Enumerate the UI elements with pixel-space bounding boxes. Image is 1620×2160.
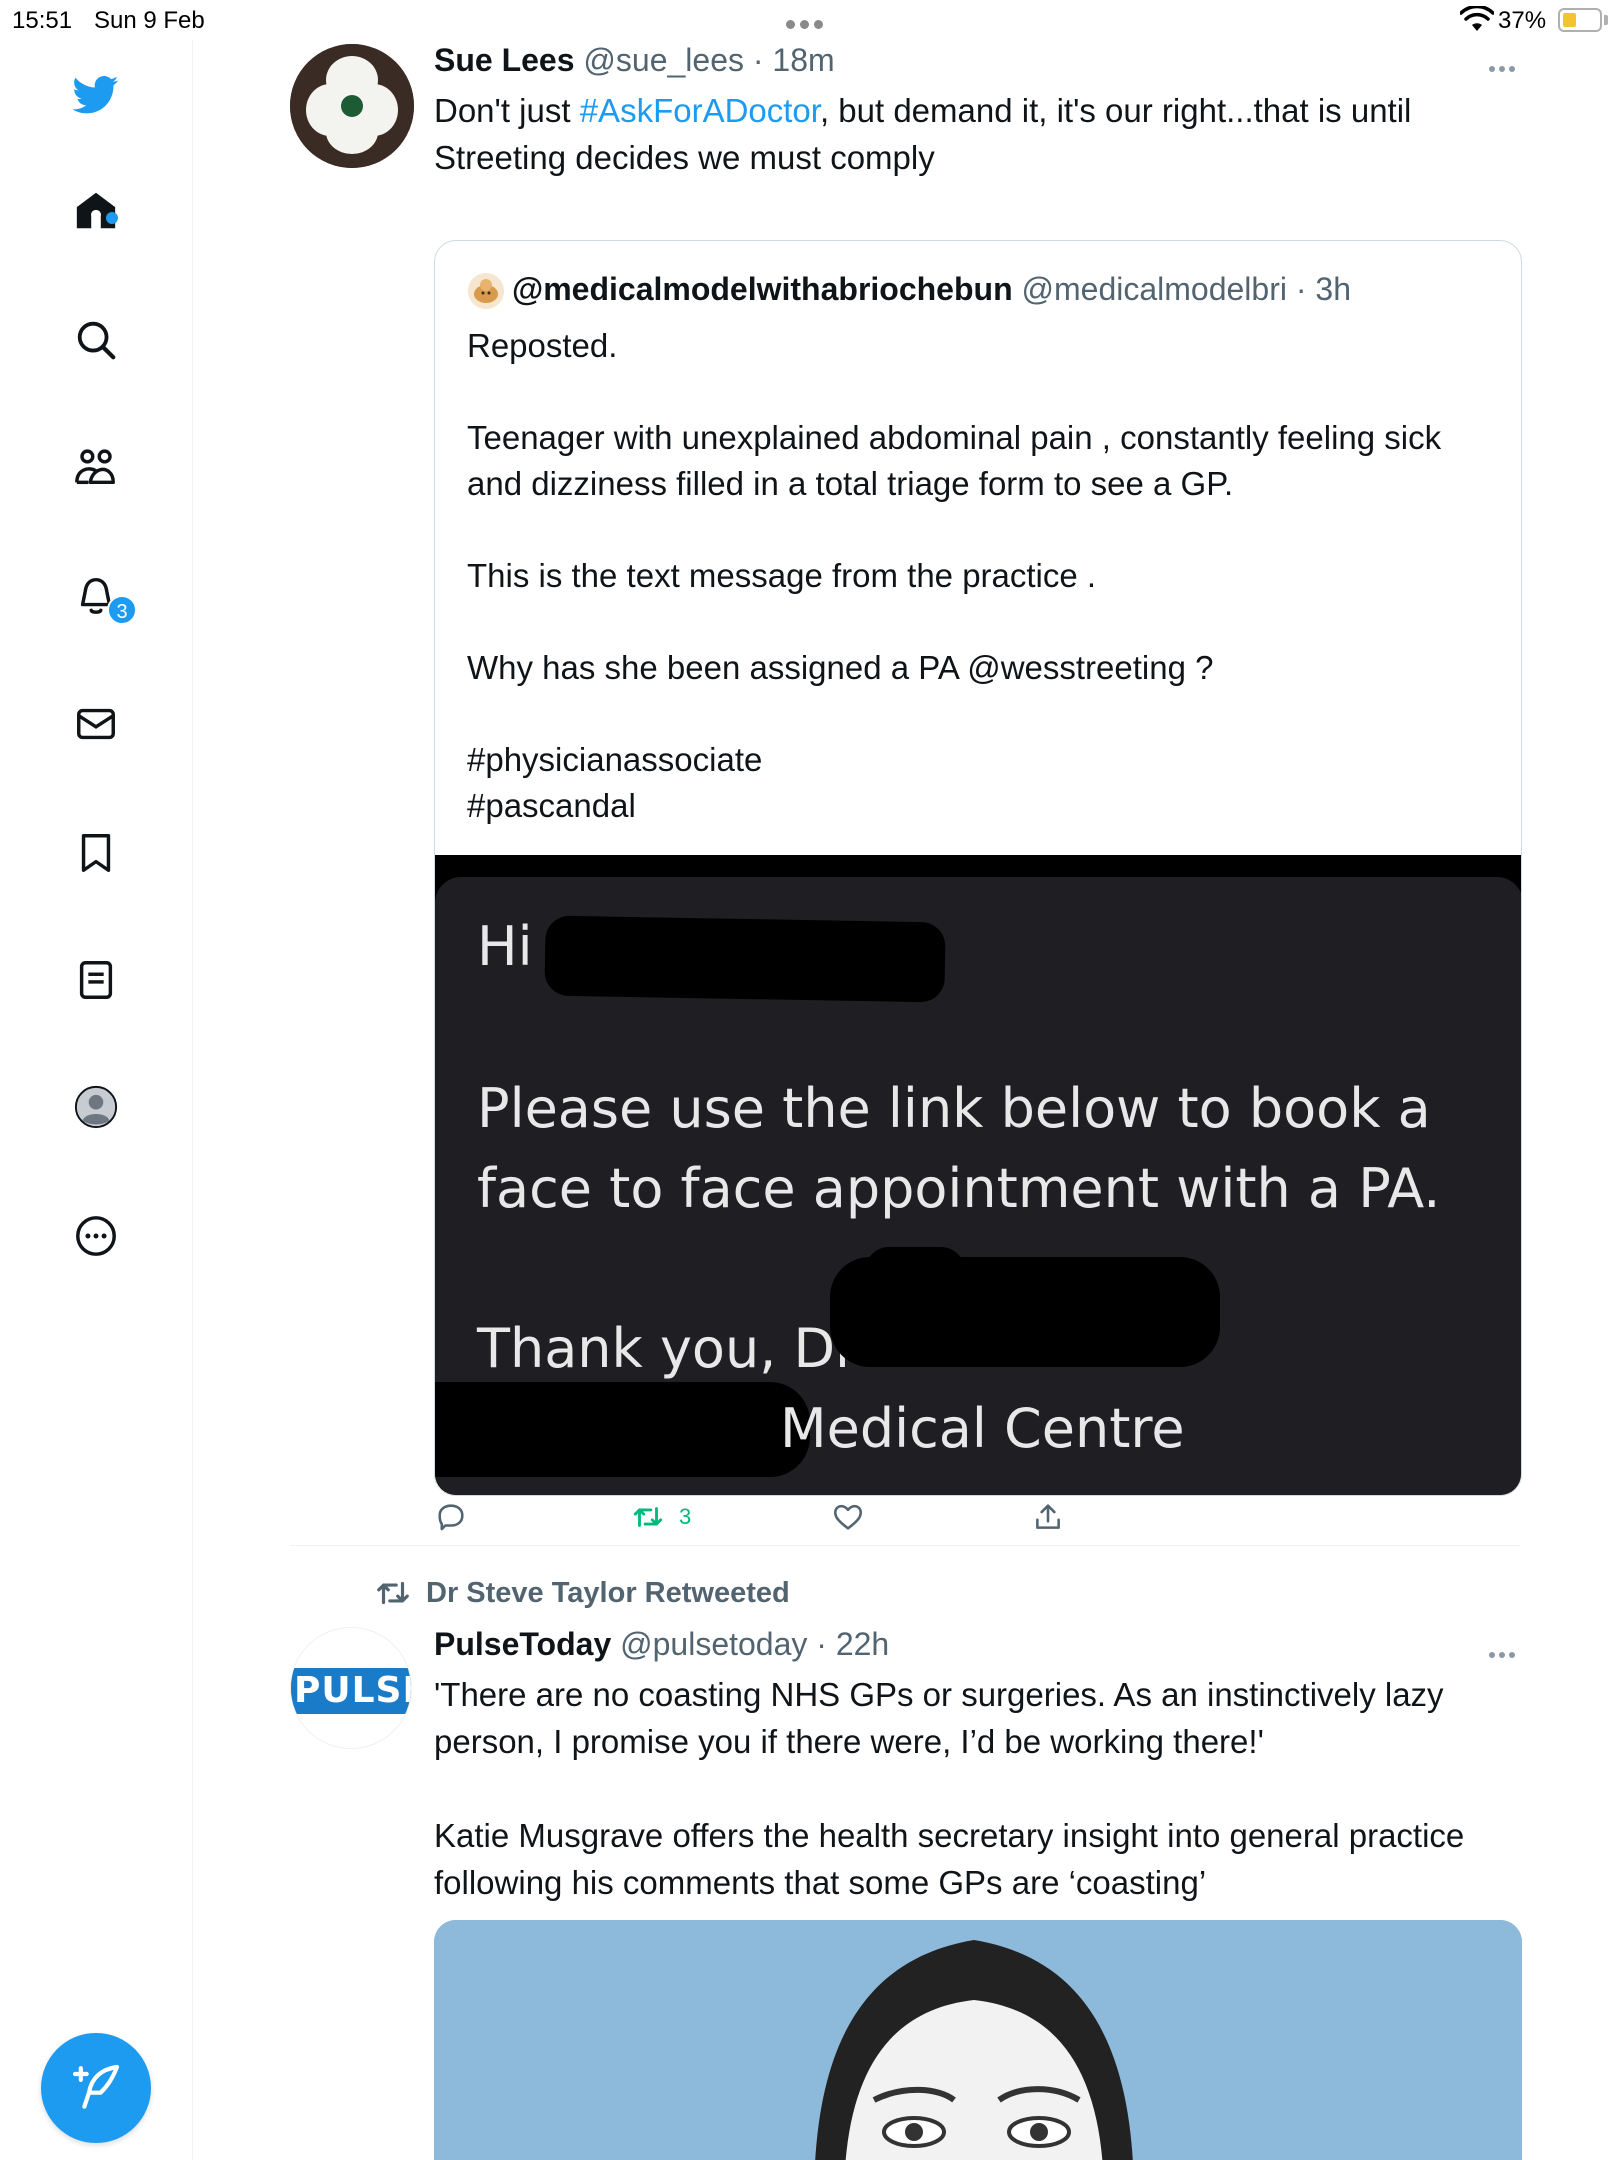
battery-percent: 37% [1498,7,1547,34]
twitter-logo-icon[interactable] [67,65,125,123]
home-unread-dot [106,212,118,224]
multitasking-dots-icon[interactable] [786,16,836,29]
message-line: face to face appointment with a PA. [477,1157,1441,1220]
sidebar: 3 [0,40,193,2160]
retweet-count: 3 [679,1504,692,1529]
bookmark-icon[interactable] [67,824,125,882]
retweet-icon [633,1507,663,1527]
tweet-time[interactable]: 18m [772,42,834,78]
more-options-icon[interactable] [1489,59,1529,72]
profile-icon[interactable] [67,1078,125,1136]
more-options-icon[interactable] [1489,1645,1529,1658]
reply-button[interactable] [434,1500,482,1534]
share-button[interactable] [1031,1500,1079,1534]
author-handle[interactable]: @sue_lees [583,42,744,78]
retweet-icon [377,1581,409,1605]
retweeted-by-label: Dr Steve Taylor Retweeted [426,1576,790,1609]
tweet-text-part: Don't just [434,92,580,129]
tweet-actions: 3 [434,1500,1534,1550]
like-button[interactable] [831,1500,879,1534]
quote-header: @medicalmodelwithabriochebun @medicalmod… [512,271,1351,307]
communities-icon[interactable] [67,438,125,496]
heart-icon [833,1504,863,1530]
mail-icon[interactable] [67,695,125,753]
reply-icon [438,1504,464,1531]
portrait-sketch-image [434,1920,1522,2160]
more-icon[interactable] [67,1207,125,1265]
hashtag-link[interactable]: #AskForADoctor [580,92,820,129]
redaction-mark [865,1247,965,1307]
status-date: Sun 9 Feb [94,7,205,34]
message-line: Medical Centre [780,1397,1185,1460]
tweet-header: PulseToday @pulsetoday · 22h [434,1626,890,1662]
tweet-text: Don't just #AskForADoctor, but demand it… [434,87,1554,181]
author-name[interactable]: Sue Lees [434,42,575,78]
redaction-mark [544,915,946,1003]
author-handle[interactable]: @pulsetoday [620,1626,807,1662]
message-line: Thank you, Dr [477,1317,858,1380]
compose-icon [72,2064,120,2109]
status-time: 15:51 [12,7,73,34]
battery-icon [1558,8,1602,32]
compose-button[interactable] [41,2033,151,2143]
text-message-bubble: Hi Please use the link below to book a f… [435,877,1521,1495]
avatar[interactable] [290,44,414,168]
quote-avatar [468,273,504,309]
quote-author-name: @medicalmodelwithabriochebun [512,271,1013,307]
quote-text: Reposted. Teenager with unexplained abdo… [467,327,1442,824]
quote-time: 3h [1315,271,1351,307]
share-icon [1036,1504,1060,1529]
tweet-divider [290,1545,1520,1546]
wifi-icon [1460,6,1494,31]
status-bar: 15:51 Sun 9 Feb 37% [0,0,1620,40]
redaction-mark [435,1382,810,1477]
retweet-button[interactable]: 3 [631,1500,691,1534]
tweet-text: 'There are no coasting NHS GPs or surger… [434,1676,1465,1901]
author-name[interactable]: PulseToday [434,1626,611,1662]
message-line: Please use the link below to book a [477,1077,1431,1140]
notifications-badge: 3 [107,595,137,625]
lists-icon[interactable] [67,951,125,1009]
tweet-header: Sue Lees @sue_lees · 18m [434,42,835,78]
search-icon[interactable] [67,311,125,369]
quote-media-image[interactable]: Hi Please use the link below to book a f… [435,855,1521,1495]
retweeted-by[interactable]: Dr Steve Taylor Retweeted [374,1574,790,1612]
article-image[interactable] [434,1920,1522,2160]
tweet-time[interactable]: 22h [836,1626,889,1662]
white-poppy-avatar-image [290,44,414,168]
timeline: Sue Lees @sue_lees · 18m Don't just #Ask… [194,40,1620,2160]
pulse-logo: PULSE [291,1668,411,1714]
message-line: Hi [477,915,533,978]
quoted-tweet[interactable]: @medicalmodelwithabriochebun @medicalmod… [434,240,1522,1496]
avatar[interactable]: PULSE [290,1627,412,1749]
home-icon[interactable] [67,182,125,240]
quote-author-handle: @medicalmodelbri [1021,271,1287,307]
brioche-avatar-image [468,273,504,309]
